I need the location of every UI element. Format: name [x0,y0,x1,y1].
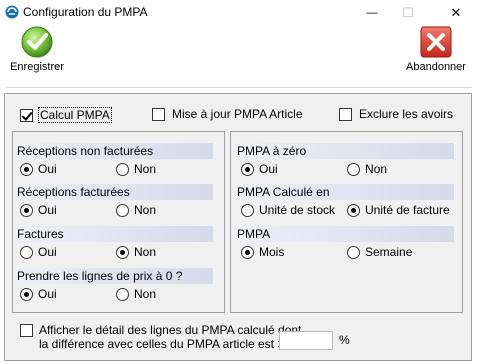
radio-button[interactable] [241,245,254,259]
afficher-detail-checkbox[interactable] [20,324,33,337]
mise-a-jour-check[interactable] [152,107,165,121]
save-label: Enregistrer [10,61,64,73]
pmpa-periode-header: PMPA [235,226,454,242]
title-bar: Configuration du PMPA — ☐ ✕ [0,0,477,26]
unite-de-facture-option[interactable]: Unité de facture [347,203,450,217]
toolbar-separator [6,87,472,88]
mois-option[interactable]: Mois [241,245,284,259]
pmpa-calcule-en-header: PMPA Calculé en [235,184,454,200]
receptions-non-facturees-header: Réceptions non facturées [15,143,213,159]
toolbar: Enregistrer Abandonner [0,26,477,86]
receptions-non-facturees-non[interactable]: Non [116,162,156,176]
radio-button[interactable] [241,162,254,176]
receptions-facturees-oui[interactable]: Oui [20,203,57,217]
radio-button[interactable] [241,203,254,217]
radio-button[interactable] [347,203,360,217]
exclure-avoirs-check[interactable] [339,107,352,121]
calcul-pmpa-checkbox[interactable]: Calcul PMPA [20,107,112,123]
close-button[interactable]: ✕ [435,0,477,26]
option-label: Non [134,162,157,176]
red-x-icon [420,26,452,58]
radio-button[interactable] [20,203,33,217]
factures-header: Factures [15,226,213,242]
lignes-prix-zero-non[interactable]: Non [116,287,156,301]
radio-button[interactable] [116,287,129,301]
radio-button[interactable] [347,162,360,176]
mise-a-jour-checkbox[interactable]: Mise à jour PMPA Article [152,107,303,121]
maximize-icon: ☐ [402,5,414,20]
radio-button[interactable] [20,245,33,259]
exclure-avoirs-checkbox[interactable]: Exclure les avoirs [339,107,453,121]
app-icon [5,5,19,19]
radio-button[interactable] [347,245,360,259]
option-label: Oui [38,245,57,259]
radio-button[interactable] [116,203,129,217]
factures-non[interactable]: Non [116,245,156,259]
percent-unit-label: % [339,333,350,347]
radio-button[interactable] [116,245,129,259]
option-label: Non [134,203,157,217]
save-button[interactable]: Enregistrer [6,26,68,82]
pmpa-zero-header: PMPA à zéro [235,143,454,159]
option-label: Oui [38,203,57,217]
close-icon: ✕ [450,5,462,20]
radio-button[interactable] [116,162,129,176]
option-label: Non [134,245,157,259]
option-label: Unité de stock [259,203,336,217]
afficher-detail-line2: la différence avec celles du PMPA articl… [39,337,295,351]
option-label: Semaine [365,245,413,259]
factures-oui[interactable]: Oui [20,245,57,259]
afficher-detail-label: Afficher le détail des lignes du PMPA ca… [39,323,301,351]
calcul-pmpa-label: Calcul PMPA [38,107,112,123]
mise-a-jour-label: Mise à jour PMPA Article [172,107,303,121]
pmpa-zero-non[interactable]: Non [347,162,387,176]
cancel-button[interactable]: Abandonner [402,26,470,82]
lignes-prix-zero-oui[interactable]: Oui [20,287,57,301]
receptions-facturees-non[interactable]: Non [116,203,156,217]
radio-button[interactable] [20,287,33,301]
option-label: Oui [38,287,57,301]
receptions-non-facturees-oui[interactable]: Oui [20,162,57,176]
option-label: Mois [259,245,285,259]
option-label: Non [134,287,157,301]
calcul-pmpa-check[interactable] [20,108,33,122]
difference-percent-input[interactable] [279,331,333,350]
option-label: Oui [259,162,278,176]
afficher-detail-line1: Afficher le détail des lignes du PMPA ca… [39,323,302,337]
receptions-facturees-header: Réceptions facturées [15,184,213,200]
unite-de-stock-option[interactable]: Unité de stock [241,203,335,217]
lignes-prix-zero-header: Prendre les lignes de prix à 0 ? [15,268,213,284]
green-checkmark-icon [21,26,53,58]
cancel-label: Abandonner [406,61,466,73]
option-label: Unité de facture [365,203,450,217]
option-label: Oui [38,162,57,176]
exclure-avoirs-label: Exclure les avoirs [359,107,454,121]
option-label: Non [365,162,388,176]
radio-button[interactable] [20,162,33,176]
semaine-option[interactable]: Semaine [347,245,412,259]
minimize-icon: — [366,7,378,19]
pmpa-zero-oui[interactable]: Oui [241,162,278,176]
maximize-button[interactable]: ☐ [387,0,429,26]
window-title: Configuration du PMPA [23,5,148,19]
